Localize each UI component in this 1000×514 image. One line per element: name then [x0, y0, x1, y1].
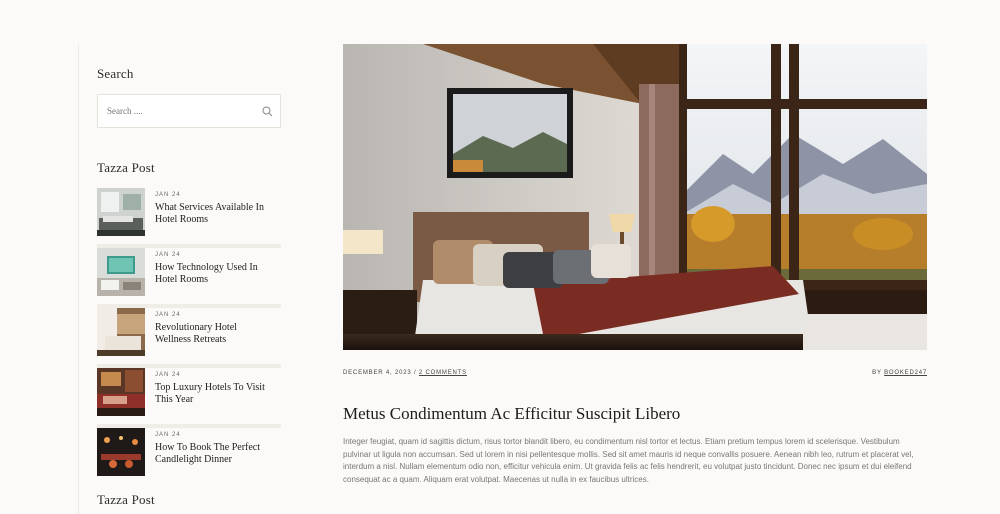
post-title-link[interactable]: Revolutionary Hotel Wellness Retreats — [155, 322, 273, 346]
post-date: JAN 24 — [155, 252, 181, 258]
author-link[interactable]: BOOKED247 — [884, 370, 927, 376]
search-icon — [262, 106, 272, 116]
post-title-link[interactable]: Top Luxury Hotels To Visit This Year — [155, 382, 273, 406]
post-list: JAN 24 What Services Available In Hotel … — [97, 188, 282, 488]
post-title-link[interactable]: How To Book The Perfect Candlelight Dinn… — [155, 442, 273, 466]
meta-right: BY BOOKED247 — [872, 370, 927, 376]
featured-image[interactable] — [343, 44, 927, 350]
post-date: JAN 24 — [155, 312, 181, 318]
meta-separator: / — [413, 370, 417, 376]
author-prefix: BY — [872, 370, 882, 376]
search-widget-title: Search — [97, 66, 134, 81]
post-info: JAN 24 How Technology Used In Hotel Room… — [155, 248, 273, 286]
article-title[interactable]: Metus Condimentum Ac Efficitur Suscipit … — [343, 404, 680, 424]
post-thumbnail[interactable] — [97, 428, 145, 476]
search-button[interactable] — [254, 95, 280, 127]
post-item[interactable]: JAN 24 Revolutionary Hotel Wellness Retr… — [97, 308, 282, 368]
sidebar: Search Tazza Post JAN — [78, 44, 282, 514]
post-date-meta: DECEMBER 4, 2023 — [343, 370, 412, 376]
post-date: JAN 24 — [155, 432, 181, 438]
comments-link[interactable]: 2 COMMENTS — [419, 370, 467, 376]
meta-left: DECEMBER 4, 2023 / 2 COMMENTS — [343, 370, 467, 376]
article-meta: DECEMBER 4, 2023 / 2 COMMENTS BY BOOKED2… — [343, 368, 927, 382]
post-info: JAN 24 What Services Available In Hotel … — [155, 188, 273, 226]
post-title-link[interactable]: How Technology Used In Hotel Rooms — [155, 262, 273, 286]
post-date: JAN 24 — [155, 372, 181, 378]
post-thumbnail[interactable] — [97, 248, 145, 296]
post-title-link[interactable]: What Services Available In Hotel Rooms — [155, 202, 273, 226]
posts-widget-title: Tazza Post — [97, 160, 155, 175]
post-info: JAN 24 Top Luxury Hotels To Visit This Y… — [155, 368, 273, 406]
post-item[interactable]: JAN 24 What Services Available In Hotel … — [97, 188, 282, 248]
post-thumbnail[interactable] — [97, 368, 145, 416]
post-date: JAN 24 — [155, 192, 181, 198]
search-input[interactable] — [98, 95, 254, 127]
post-info: JAN 24 Revolutionary Hotel Wellness Retr… — [155, 308, 273, 346]
next-widget-title: Tazza Post — [97, 492, 155, 507]
search-box — [97, 94, 281, 128]
post-info: JAN 24 How To Book The Perfect Candlelig… — [155, 428, 273, 466]
post-thumbnail[interactable] — [97, 188, 145, 236]
post-item[interactable]: JAN 24 Top Luxury Hotels To Visit This Y… — [97, 368, 282, 428]
article-excerpt: Integer feugiat, quam id sagittis dictum… — [343, 437, 914, 484]
post-thumbnail[interactable] — [97, 308, 145, 356]
post-item[interactable]: JAN 24 How To Book The Perfect Candlelig… — [97, 428, 282, 488]
post-item[interactable]: JAN 24 How Technology Used In Hotel Room… — [97, 248, 282, 308]
